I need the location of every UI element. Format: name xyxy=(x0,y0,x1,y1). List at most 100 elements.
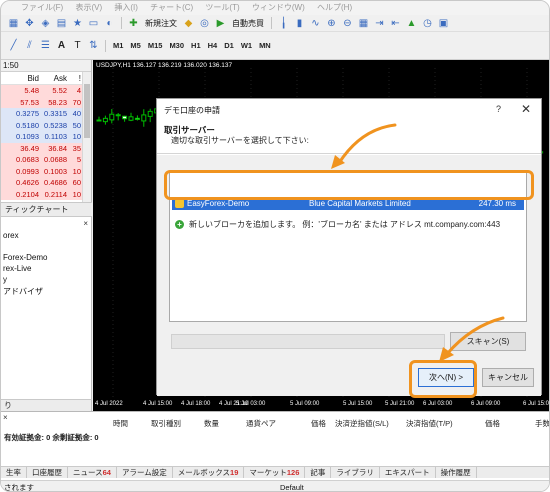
autoscroll-icon[interactable]: ⇥ xyxy=(373,17,386,30)
market-watch-row[interactable]: 0.4626 0.4686 60 xyxy=(1,177,91,189)
timeframe-m5[interactable]: M5 xyxy=(128,41,142,50)
chart-shift-icon[interactable]: ⇤ xyxy=(389,17,402,30)
column-spread[interactable]: ! xyxy=(67,72,81,84)
signals-icon[interactable]: ◎ xyxy=(198,17,211,30)
label-tool-icon[interactable]: T xyxy=(71,39,84,52)
market-watch-row[interactable]: 0.1093 0.1103 10 xyxy=(1,131,91,143)
scan-button[interactable]: スキャン(S) xyxy=(450,332,526,351)
navigator-close-icon[interactable]: × xyxy=(83,219,88,228)
zoom-in-icon[interactable]: ⊕ xyxy=(325,17,338,30)
navigator-item-forex-demo[interactable]: Forex-Demo xyxy=(3,253,47,262)
arrows-tool-icon[interactable]: ⇅ xyxy=(87,39,100,52)
terminal-icon[interactable]: ▭ xyxy=(87,17,100,30)
fibonacci-tool-icon[interactable]: ☰ xyxy=(39,39,52,52)
help-icon[interactable]: ? xyxy=(496,104,501,114)
column-symbol[interactable]: 通貨ペア xyxy=(246,418,276,429)
timeframe-d1[interactable]: D1 xyxy=(222,41,236,50)
new-order-icon[interactable]: ✚ xyxy=(127,17,140,30)
next-button[interactable]: 次へ(N) > xyxy=(418,368,474,387)
market-watch-row[interactable]: 36.49 36.84 35 xyxy=(1,142,91,154)
server-row-selected[interactable]: EasyForex-Demo Blue Capital Markets Limi… xyxy=(172,197,524,210)
templates-icon[interactable]: ▣ xyxy=(437,17,450,30)
market-watch-row[interactable]: 0.3275 0.3315 40 xyxy=(1,108,91,120)
indicators-icon[interactable]: ▲ xyxy=(405,17,418,30)
market-watch-scrollbar[interactable] xyxy=(82,72,91,202)
bar-chart-icon[interactable]: ╽ xyxy=(277,17,290,30)
menu-chart[interactable]: チャート(C) xyxy=(150,3,193,12)
menu-help[interactable]: ヘルプ(H) xyxy=(317,3,352,12)
new-order-button[interactable]: 新規注文 xyxy=(143,18,179,29)
tile-windows-icon[interactable]: ▦ xyxy=(357,17,370,30)
timeframe-h1[interactable]: H1 xyxy=(189,41,203,50)
timeframe-w1[interactable]: W1 xyxy=(239,41,254,50)
auto-trading-icon[interactable]: ▶ xyxy=(214,17,227,30)
terminal-tab[interactable]: マーケット126 xyxy=(244,467,306,478)
text-tool-icon[interactable]: A xyxy=(55,39,68,52)
navigator-icon[interactable]: ★ xyxy=(71,17,84,30)
data-window-icon[interactable]: ▤ xyxy=(55,17,68,30)
market-watch-row[interactable]: 57.53 58.23 70 xyxy=(1,96,91,108)
add-broker-row[interactable]: + 新しいブローカを追加します。 例：'ブローカ名' または アドレス mt.c… xyxy=(172,218,524,231)
terminal-tab[interactable]: エキスパート xyxy=(380,467,436,478)
terminal-tab[interactable]: メールボックス19 xyxy=(173,467,245,478)
terminal-tab[interactable]: 記事 xyxy=(305,467,332,478)
menu-insert[interactable]: 挿入(I) xyxy=(114,3,138,12)
quote-spread: 70 xyxy=(72,97,81,107)
menu-tools[interactable]: ツール(T) xyxy=(205,3,239,12)
timeframe-mn[interactable]: MN xyxy=(257,41,273,50)
cancel-button[interactable]: キャンセル xyxy=(482,368,534,387)
market-watch-row[interactable]: 5.48 5.52 4 xyxy=(1,85,91,97)
market-watch-row[interactable]: 0.0683 0.0688 5 xyxy=(1,154,91,166)
column-bid[interactable]: Bid xyxy=(1,72,39,84)
profiles-icon[interactable]: ✥ xyxy=(23,17,36,30)
timeframe-m1[interactable]: M1 xyxy=(111,41,125,50)
periods-icon[interactable]: ◷ xyxy=(421,17,434,30)
column-volume[interactable]: 数量 xyxy=(204,418,219,429)
terminal-tab[interactable]: アラーム設定 xyxy=(117,467,173,478)
terminal-tab[interactable]: 口座履歴 xyxy=(27,467,68,478)
market-watch-row[interactable]: 0.5180 0.5238 50 xyxy=(1,119,91,131)
column-tp[interactable]: 決済指値(T/P) xyxy=(406,418,453,429)
navigator-tab[interactable]: り xyxy=(1,399,92,411)
navigator-item-forex-live[interactable]: rex-Live xyxy=(3,264,31,273)
column-price[interactable]: 価格 xyxy=(311,418,326,429)
navigator-item-forex[interactable]: orex xyxy=(3,231,19,240)
terminal-panel: × 時間 取引種別 数量 通貨ペア 価格 決済逆指値(S/L) 決済指値(T/P… xyxy=(1,411,549,491)
terminal-tab[interactable]: 操作履歴 xyxy=(436,467,477,478)
tab-tick-chart[interactable]: ティックチャート xyxy=(1,202,92,216)
meta-editor-icon[interactable]: ◆ xyxy=(182,17,195,30)
tester-icon[interactable]: ◐ xyxy=(103,17,116,30)
terminal-tab[interactable]: ライブラリ xyxy=(331,467,380,478)
navigator-item-advisors[interactable]: アドバイザ xyxy=(3,286,43,297)
column-time[interactable]: 時間 xyxy=(113,418,128,429)
column-ask[interactable]: Ask xyxy=(39,72,67,84)
server-ping: 247.30 ms xyxy=(478,199,516,208)
channel-tool-icon[interactable]: ⫽ xyxy=(23,39,36,52)
menu-window[interactable]: ウィンドウ(W) xyxy=(252,3,305,12)
candle-chart-icon[interactable]: ▮ xyxy=(293,17,306,30)
new-chart-icon[interactable]: ▦ xyxy=(7,17,20,30)
auto-trading-button[interactable]: 自動売買 xyxy=(230,18,266,29)
close-icon[interactable]: ✕ xyxy=(521,102,531,116)
column-commission[interactable]: 手数料 xyxy=(535,418,549,429)
timeframe-m15[interactable]: M15 xyxy=(146,41,165,50)
timeframe-h4[interactable]: H4 xyxy=(206,41,220,50)
time-axis-label: 4 Jul 2022 xyxy=(95,401,123,407)
terminal-tab[interactable]: ニュース64 xyxy=(68,467,117,478)
column-price2[interactable]: 価格 xyxy=(485,418,500,429)
menu-file[interactable]: ファイル(F) xyxy=(21,3,63,12)
market-watch-icon[interactable]: ◈ xyxy=(39,17,52,30)
market-watch-row[interactable]: 0.0993 0.1003 10 xyxy=(1,165,91,177)
timeframe-m30[interactable]: M30 xyxy=(167,41,186,50)
line-tool-icon[interactable]: ╱ xyxy=(7,39,20,52)
column-sl[interactable]: 決済逆指値(S/L) xyxy=(335,418,389,429)
line-chart-icon[interactable]: ∿ xyxy=(309,17,322,30)
scrollbar-thumb[interactable] xyxy=(84,84,90,138)
zoom-out-icon[interactable]: ⊖ xyxy=(341,17,354,30)
menu-view[interactable]: 表示(V) xyxy=(75,3,102,12)
navigator-item-y[interactable]: y xyxy=(3,275,7,284)
quote-bid: 0.0683 xyxy=(16,155,39,164)
terminal-tab[interactable]: 生率 xyxy=(1,467,27,478)
market-watch-row[interactable]: 0.2104 0.2114 10 xyxy=(1,188,91,200)
column-type[interactable]: 取引種別 xyxy=(151,418,181,429)
